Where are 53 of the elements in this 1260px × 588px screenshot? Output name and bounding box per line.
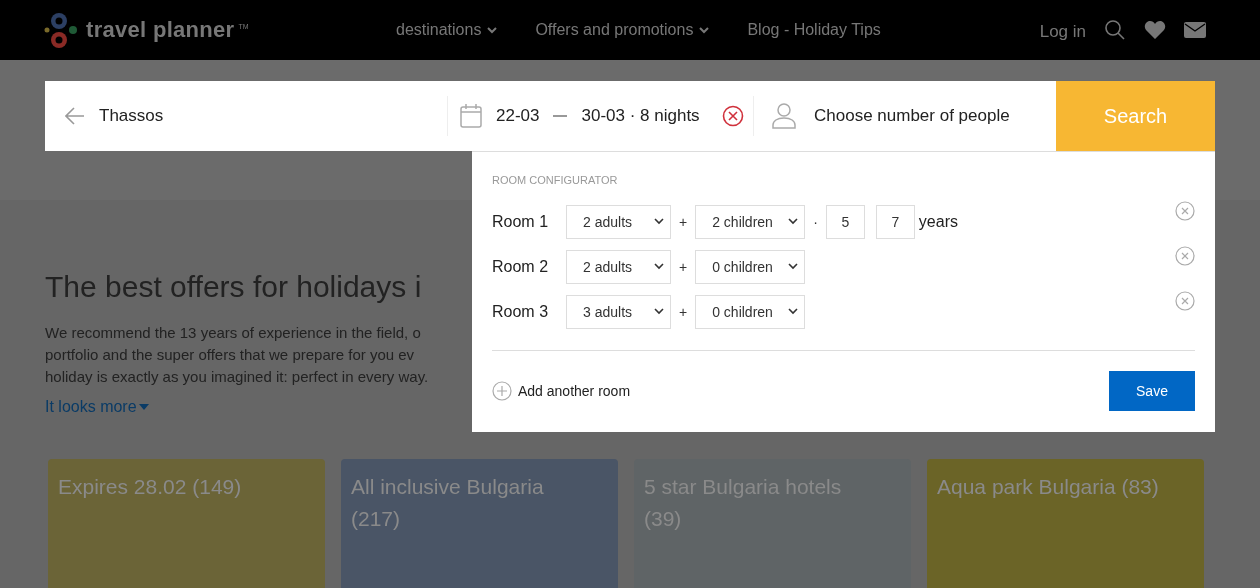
chevron-down-icon: [654, 308, 664, 315]
clear-icon[interactable]: [721, 105, 744, 127]
chevron-down-icon: [788, 218, 799, 225]
nav-menu-item[interactable]: destinations: [396, 21, 498, 39]
intro-text-line: holiday is exactly as you imagined it: perfect in every way.: [45, 367, 429, 387]
date-to-field[interactable]: 30-03 · 8 nights: [581, 106, 700, 126]
heart-icon[interactable]: [1144, 20, 1166, 40]
section-heading: The best offers for holidays i: [45, 270, 422, 304]
separator-dot: ·: [813, 213, 818, 230]
panel-title: ROOM CONFIGURATOR: [492, 174, 619, 186]
children-select[interactable]: 0 children: [695, 249, 806, 284]
age-unit-label: years: [918, 212, 958, 231]
adults-select[interactable]: 3 adults: [566, 294, 671, 329]
chevron-down-icon: [788, 263, 799, 270]
people-field[interactable]: Choose number of people: [814, 106, 1010, 126]
remove-icon[interactable]: [1175, 201, 1195, 221]
room-label: Room 1: [492, 212, 550, 231]
remove-icon[interactable]: [1175, 291, 1195, 311]
plus-sign: +: [679, 213, 688, 230]
chevron-down-icon: [788, 308, 799, 315]
chevron-down-icon: [654, 263, 664, 270]
children-select[interactable]: 0 children: [695, 294, 806, 329]
plus-sign: +: [679, 258, 688, 275]
back-arrow-icon[interactable]: [65, 107, 85, 125]
nav-menu-item[interactable]: Blog - Holiday Tips: [747, 21, 881, 39]
nav-menu-item[interactable]: Offers and promotions: [535, 21, 710, 39]
room-label: Room 3: [492, 302, 550, 321]
children-select[interactable]: 2 children: [695, 204, 806, 239]
logo-text[interactable]: travel planner: [86, 17, 235, 43]
chevron-down-icon: [654, 218, 664, 225]
card-title: Aqua park Bulgaria (83): [937, 474, 1160, 500]
plus-circle-icon: [492, 381, 512, 401]
calendar-icon[interactable]: [460, 104, 482, 128]
date-from-field[interactable]: 22-03: [496, 106, 540, 126]
room-label: Room 2: [492, 257, 550, 276]
login-link[interactable]: Log in: [1039, 22, 1086, 42]
adults-select[interactable]: 2 adults: [566, 249, 671, 284]
intro-text-line: portfolio and the super offers that we prepare for you ev: [45, 345, 415, 365]
adults-select[interactable]: 2 adults: [566, 204, 671, 239]
envelope-icon[interactable]: [1184, 22, 1206, 38]
destination-field[interactable]: Thassos: [99, 106, 164, 126]
person-icon[interactable]: [772, 103, 796, 129]
intro-text-line: We recommend the 13 years of experience in the field, o: [45, 323, 421, 343]
card-title: Expires 28.02 (149): [58, 474, 243, 500]
caret-down-icon: [138, 404, 149, 410]
remove-icon[interactable]: [1175, 246, 1195, 266]
search-icon[interactable]: [1104, 19, 1126, 41]
plus-sign: +: [679, 303, 688, 320]
card-title: All inclusive Bulgaria (217): [351, 474, 545, 532]
child-age-field[interactable]: 7: [875, 204, 915, 239]
save-button[interactable]: Save: [1109, 371, 1195, 411]
child-age-field[interactable]: 5: [825, 204, 865, 239]
add-room-button[interactable]: Add another room: [492, 381, 631, 401]
